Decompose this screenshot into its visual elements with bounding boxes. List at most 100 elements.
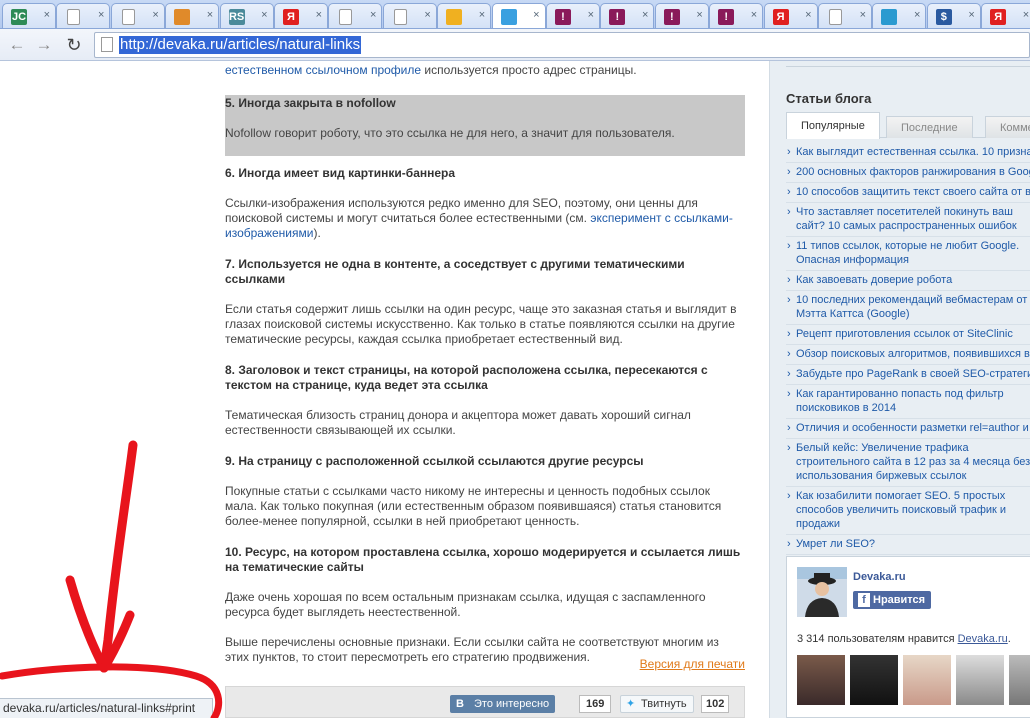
- section-heading: 9. На страницу с расположенной ссылкой с…: [225, 454, 644, 468]
- sidebar-article-link[interactable]: 200 основных факторов ранжирования в Goo…: [786, 163, 1030, 183]
- facebook-widget: Devaka.ru f Нравится 3 314 пользователям …: [786, 556, 1030, 718]
- close-tab-icon[interactable]: ×: [696, 9, 702, 21]
- forward-arrow-icon[interactable]: →: [33, 34, 55, 56]
- section-heading: 7. Используется не одна в контенте, а со…: [225, 257, 685, 286]
- sidebar-article-link[interactable]: Отличия и особенности разметки rel=autho…: [786, 419, 1030, 439]
- fans-text-tail: .: [1007, 633, 1011, 645]
- tab-popular[interactable]: Популярные: [786, 112, 880, 139]
- browser-tab[interactable]: ×: [328, 3, 383, 28]
- browser-tab[interactable]: ×: [818, 3, 872, 28]
- close-tab-icon[interactable]: ×: [642, 9, 648, 21]
- browser-tab[interactable]: ×: [491, 3, 546, 28]
- section-body: Если статья содержит лишь ссылки на один…: [225, 302, 737, 346]
- sidebar-article-link[interactable]: Белый кейс: Увеличение трафика строитель…: [786, 439, 1030, 487]
- sidebar-article-link[interactable]: 10 способов защитить текст своего сайта …: [786, 183, 1030, 203]
- vk-share-button[interactable]: B Это интересно: [450, 695, 556, 713]
- sidebar-article-link[interactable]: Умрет ли SEO?: [786, 535, 1030, 555]
- browser-tab[interactable]: ×: [110, 3, 165, 28]
- fan-avatar[interactable]: [1009, 655, 1030, 705]
- article-column: естественном ссылочном профиле используе…: [213, 61, 769, 718]
- sidebar-article-link[interactable]: Как гарантированно попасть под фильтр по…: [786, 385, 1030, 419]
- sidebar-article-link[interactable]: 11 типов ссылок, которые не любит Google…: [786, 237, 1030, 271]
- globe-icon: [500, 9, 517, 25]
- browser-tab[interactable]: ! ×: [546, 3, 600, 28]
- browser-tab[interactable]: Я ×: [274, 3, 328, 28]
- close-tab-icon[interactable]: ×: [968, 9, 974, 21]
- triangle-icon: !: [663, 9, 680, 25]
- browser-tab[interactable]: ×: [56, 3, 111, 28]
- facebook-page-name[interactable]: Devaka.ru: [853, 571, 906, 583]
- fan-avatar[interactable]: [903, 655, 951, 705]
- close-tab-icon[interactable]: ×: [98, 9, 104, 21]
- close-tab-icon[interactable]: ×: [316, 9, 322, 21]
- jc-icon: JC: [11, 9, 27, 25]
- sidebar-article-link[interactable]: Как выглядит естественная ссылка. 10 при…: [786, 143, 1030, 163]
- sidebar-article-link[interactable]: Как завоевать доверие робота: [786, 271, 1030, 291]
- section-body: Покупные статьи с ссылками часто никому …: [225, 484, 722, 528]
- close-tab-icon[interactable]: ×: [533, 9, 539, 21]
- browser-tab[interactable]: ×: [437, 3, 492, 28]
- close-tab-icon[interactable]: ×: [805, 9, 811, 21]
- popular-articles-list: Как выглядит естественная ссылка. 10 при…: [786, 143, 1030, 555]
- tweet-button[interactable]: ✦ Твитнуть: [620, 695, 694, 713]
- close-tab-icon[interactable]: ×: [424, 9, 430, 21]
- browser-tab[interactable]: ! ×: [709, 3, 764, 28]
- close-tab-icon[interactable]: ×: [261, 9, 267, 21]
- section-body: Nofollow говорит роботу, что это ссылка …: [225, 126, 675, 140]
- triangle-icon: !: [609, 9, 626, 25]
- yandex-icon: Я: [990, 9, 1007, 25]
- browser-tab[interactable]: JC ×: [2, 3, 56, 28]
- tab-commented[interactable]: Комментируемые: [985, 116, 1030, 138]
- facebook-like-button[interactable]: f Нравится: [853, 591, 932, 609]
- close-tab-icon[interactable]: ×: [860, 9, 866, 21]
- sidebar-article-link[interactable]: Что заставляет посетителей покинуть ваш …: [786, 203, 1030, 237]
- fan-avatar[interactable]: [850, 655, 898, 705]
- vk-label: Это интересно: [474, 698, 550, 710]
- close-tab-icon[interactable]: ×: [370, 9, 376, 21]
- browser-tab[interactable]: ×: [382, 3, 437, 28]
- cloud-icon: [446, 9, 463, 25]
- browser-tab[interactable]: ! ×: [600, 3, 655, 28]
- address-bar[interactable]: http://devaka.ru/articles/natural-links: [94, 32, 1030, 58]
- close-tab-icon[interactable]: ×: [479, 9, 485, 21]
- tab-recent[interactable]: Последние: [886, 116, 973, 138]
- page-viewport: естественном ссылочном профиле используе…: [0, 61, 1030, 718]
- section-heading: 5. Иногда закрыта в nofollow: [225, 96, 396, 110]
- close-tab-icon[interactable]: ×: [751, 9, 757, 21]
- star-icon: [881, 9, 898, 25]
- print-version-link[interactable]: Версия для печати: [640, 657, 745, 671]
- browser-tab[interactable]: RS ×: [219, 3, 274, 28]
- status-bar: devaka.ru/articles/natural-links#print: [0, 698, 213, 718]
- browser-tab[interactable]: Я ×: [981, 3, 1030, 28]
- back-arrow-icon[interactable]: ←: [6, 34, 28, 56]
- close-tab-icon[interactable]: ×: [44, 9, 50, 21]
- sidebar-article-link[interactable]: 10 последних рекомендаций вебмастерам от…: [786, 291, 1030, 325]
- flower-icon: [174, 9, 191, 25]
- close-tab-icon[interactable]: ×: [588, 9, 594, 21]
- browser-tab[interactable]: ! ×: [654, 3, 709, 28]
- sidebar-article-link[interactable]: Как юзабилити помогает SEO. 5 простых сп…: [786, 487, 1030, 535]
- facebook-icon: f: [858, 593, 870, 607]
- close-tab-icon[interactable]: ×: [207, 9, 213, 21]
- fans-page-link[interactable]: Devaka.ru: [958, 633, 1008, 645]
- reload-icon[interactable]: ↻: [63, 34, 85, 56]
- url-text[interactable]: http://devaka.ru/articles/natural-links: [119, 36, 362, 54]
- yandex-icon: Я: [772, 9, 789, 25]
- fan-avatar[interactable]: [797, 655, 845, 705]
- intro-link[interactable]: естественном ссылочном профиле: [225, 63, 421, 77]
- page-icon: [829, 9, 842, 25]
- browser-tab[interactable]: Я ×: [763, 3, 818, 28]
- browser-tab[interactable]: ×: [165, 3, 220, 28]
- close-tab-icon[interactable]: ×: [152, 9, 158, 21]
- fan-avatar[interactable]: [956, 655, 1004, 705]
- browser-tab[interactable]: ×: [872, 3, 927, 28]
- facebook-fans-count: 3 314 пользователям нравится Devaka.ru.: [797, 633, 1011, 645]
- browser-tab[interactable]: $ ×: [926, 3, 981, 28]
- close-tab-icon[interactable]: ×: [1023, 9, 1029, 21]
- tab-strip: JC × × × × RS × Я × × × × ×! ×! ×! ×! × Я × × × $ × Я ×: [0, 0, 1030, 29]
- sidebar-article-link[interactable]: Обзор поисковых алгоритмов, появившихся …: [786, 345, 1030, 365]
- sidebar-article-link[interactable]: Забудьте про PageRank в своей SEO-страте…: [786, 365, 1030, 385]
- close-tab-icon[interactable]: ×: [914, 9, 920, 21]
- devaka-avatar[interactable]: [797, 567, 847, 617]
- sidebar-article-link[interactable]: Рецепт приготовления ссылок от SiteClini…: [786, 325, 1030, 345]
